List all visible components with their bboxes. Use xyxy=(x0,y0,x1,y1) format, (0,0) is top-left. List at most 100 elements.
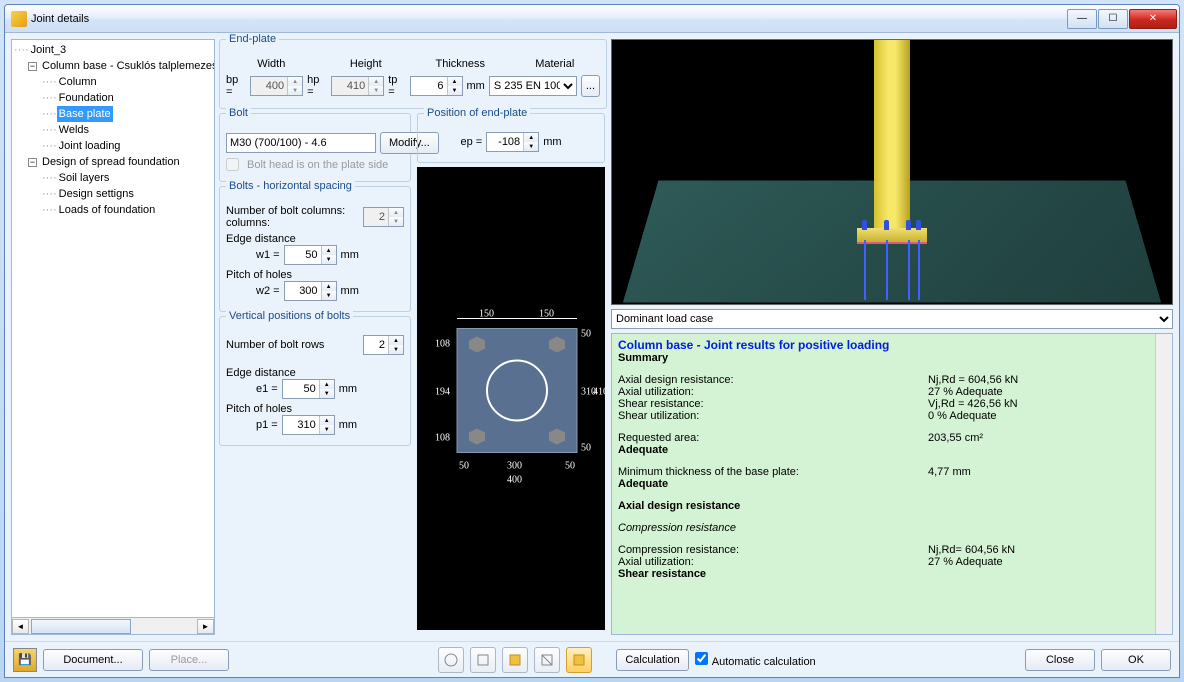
calculation-button[interactable]: Calculation xyxy=(616,649,688,671)
mm-unit: mm xyxy=(467,80,485,92)
p1-label: p1 = xyxy=(256,419,278,431)
tree-item-soil-layers[interactable]: Soil layers xyxy=(57,170,112,186)
result-label: Axial utilization: xyxy=(618,386,928,398)
bolt-head-checkbox xyxy=(226,158,239,171)
e1-input[interactable]: ▲▼ xyxy=(282,379,335,399)
p1-input[interactable]: ▲▼ xyxy=(282,415,335,435)
tree-group-spread-foundation[interactable]: Design of spread foundation xyxy=(40,154,182,170)
edge-distance-label: Edge distance xyxy=(226,233,404,245)
svg-text:410: 410 xyxy=(593,387,605,398)
svg-text:50: 50 xyxy=(459,461,469,472)
maximize-button[interactable]: ☐ xyxy=(1098,9,1128,29)
bp-input: ▲▼ xyxy=(250,76,303,96)
vpos-legend: Vertical positions of bolts xyxy=(226,310,353,322)
bolt-legend: Bolt xyxy=(226,107,251,119)
tree-root[interactable]: Joint_3 xyxy=(29,42,68,58)
mm-unit: mm xyxy=(339,419,357,431)
nrows-label: Number of bolt rows xyxy=(226,339,359,351)
result-value: 0 % Adequate xyxy=(928,410,997,422)
compression-heading: Compression resistance xyxy=(618,522,736,534)
result-value: 27 % Adequate xyxy=(928,386,1003,398)
material-select[interactable]: S 235 EN 100 xyxy=(489,76,577,96)
width-label: Width xyxy=(226,58,317,70)
result-label: Axial utilization: xyxy=(618,556,928,568)
end-plate-legend: End-plate xyxy=(226,33,279,45)
svg-text:50: 50 xyxy=(581,329,591,340)
result-label: Compression resistance: xyxy=(618,544,928,556)
svg-text:400: 400 xyxy=(507,475,522,486)
result-label: Minimum thickness of the base plate: xyxy=(618,466,928,478)
tree-item-joint-loading[interactable]: Joint loading xyxy=(57,138,123,154)
3d-preview[interactable] xyxy=(611,39,1173,305)
view-wireframe-icon[interactable] xyxy=(438,647,464,673)
tree-scrollbar[interactable]: ◄ ► xyxy=(11,618,215,635)
load-case-select[interactable]: Dominant load case xyxy=(611,309,1173,329)
end-plate-group: End-plate Width Height Thickness Materia… xyxy=(219,39,607,109)
mm-unit: mm xyxy=(341,249,359,261)
w1-label: w1 = xyxy=(256,249,280,261)
minimize-button[interactable]: — xyxy=(1067,9,1097,29)
auto-calc-label[interactable]: Automatic calculation xyxy=(695,652,816,668)
bolt-head-label: Bolt head is on the plate side xyxy=(247,159,388,171)
mm-unit: mm xyxy=(339,383,357,395)
save-icon[interactable]: 💾 xyxy=(13,648,37,672)
vertical-positions-group: Vertical positions of bolts Number of bo… xyxy=(219,316,411,446)
auto-calc-checkbox[interactable] xyxy=(695,652,708,665)
result-label: Requested area: xyxy=(618,432,928,444)
close-window-button[interactable]: ✕ xyxy=(1129,9,1177,29)
view-box3-icon[interactable] xyxy=(534,647,560,673)
svg-text:150: 150 xyxy=(479,309,494,320)
window-title: Joint details xyxy=(31,13,1067,25)
w2-input[interactable]: ▲▼ xyxy=(284,281,337,301)
view-solid-icon[interactable] xyxy=(566,647,592,673)
svg-text:150: 150 xyxy=(539,309,554,320)
joint-tree[interactable]: ····Joint_3 −Column base - Csuklós talpl… xyxy=(11,39,215,618)
scroll-left-icon[interactable]: ◄ xyxy=(12,619,29,634)
summary-heading: Summary xyxy=(618,352,668,364)
collapse-icon[interactable]: − xyxy=(28,62,37,71)
ep-input[interactable]: ▲▼ xyxy=(486,132,539,152)
tp-input[interactable]: ▲▼ xyxy=(410,76,463,96)
view-box2-icon[interactable] xyxy=(502,647,528,673)
tree-item-base-plate[interactable]: Base plate xyxy=(57,106,113,122)
w1-input[interactable]: ▲▼ xyxy=(284,245,337,265)
view-box1-icon[interactable] xyxy=(470,647,496,673)
plate-diagram: 150 150 108 194 108 50 310 50 410 xyxy=(417,167,605,630)
app-icon xyxy=(11,11,27,27)
result-value: Nj,Rd = 604,56 kN xyxy=(928,374,1018,386)
horizontal-spacing-group: Bolts - horizontal spacing Number of bol… xyxy=(219,186,411,312)
tree-item-loads-of-foundation[interactable]: Loads of foundation xyxy=(57,202,158,218)
svg-text:300: 300 xyxy=(507,461,522,472)
close-button[interactable]: Close xyxy=(1025,649,1095,671)
material-more-button[interactable]: ... xyxy=(581,75,600,97)
material-label: Material xyxy=(510,58,601,70)
edge-distance-label: Edge distance xyxy=(226,367,404,379)
tree-item-foundation[interactable]: Foundation xyxy=(57,90,116,106)
document-button[interactable]: Document... xyxy=(43,649,143,671)
e1-label: e1 = xyxy=(256,383,278,395)
results-title: Column base - Joint results for positive… xyxy=(618,338,1166,352)
results-scrollbar[interactable] xyxy=(1155,334,1172,634)
ep-label: ep = xyxy=(460,136,482,148)
w2-label: w2 = xyxy=(256,285,280,297)
result-label: Shear utilization: xyxy=(618,410,928,422)
tree-item-column[interactable]: Column xyxy=(57,74,99,90)
tree-item-welds[interactable]: Welds xyxy=(57,122,91,138)
hp-input: ▲▼ xyxy=(331,76,384,96)
svg-text:108: 108 xyxy=(435,433,450,444)
result-value: Nj,Rd= 604,56 kN xyxy=(928,544,1015,556)
scroll-thumb[interactable] xyxy=(31,619,131,634)
result-value: 27 % Adequate xyxy=(928,556,1003,568)
scroll-right-icon[interactable]: ► xyxy=(197,619,214,634)
tree-group-column-base[interactable]: Column base - Csuklós talplemezes ka xyxy=(40,58,215,74)
bolt-value xyxy=(226,133,376,153)
collapse-icon[interactable]: − xyxy=(28,158,37,167)
nrows-input[interactable]: ▲▼ xyxy=(363,335,404,355)
axial-heading: Axial design resistance xyxy=(618,500,740,512)
tree-item-design-settings[interactable]: Design settigns xyxy=(57,186,136,202)
position-legend: Position of end-plate xyxy=(424,107,530,119)
result-label: Shear resistance: xyxy=(618,398,928,410)
ok-button[interactable]: OK xyxy=(1101,649,1171,671)
svg-text:194: 194 xyxy=(435,387,450,398)
adequate-label: Adequate xyxy=(618,444,668,456)
